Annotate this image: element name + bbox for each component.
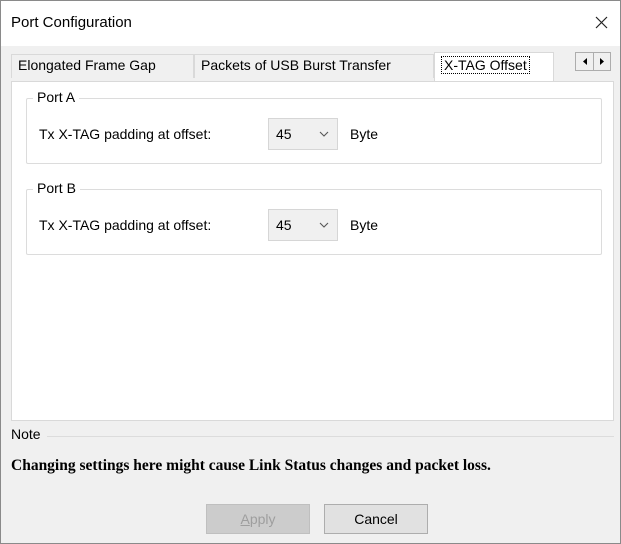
select-value: 45 (276, 126, 292, 142)
tab-scroll-control (575, 52, 611, 71)
offset-label: Tx X-TAG padding at offset: (39, 217, 212, 233)
tab-scroll-left-button[interactable] (576, 53, 593, 70)
note-text: Changing settings here might cause Link … (11, 457, 491, 474)
unit-label: Byte (350, 217, 379, 233)
tab-panel-x-tag-offset: Port A Tx X-TAG padding at offset: 45 By… (11, 81, 614, 421)
tab-label: Elongated Frame Gap (18, 57, 156, 73)
apply-label: pply (249, 511, 276, 527)
note-label: Note (11, 426, 47, 442)
title-bar: Port Configuration (1, 1, 620, 46)
tab-elongated-frame-gap[interactable]: Elongated Frame Gap (11, 54, 194, 78)
tab-strip: Elongated Frame Gap Packets of USB Burst… (1, 46, 620, 81)
group-label-port-a: Port A (33, 89, 80, 105)
port-configuration-dialog: Port Configuration Elongated Frame Gap P… (0, 0, 621, 544)
note-divider (11, 436, 614, 437)
arrow-right-icon (600, 58, 604, 65)
apply-accelerator: A (240, 511, 250, 527)
port-b-offset-select[interactable]: 45 (268, 209, 338, 241)
close-icon (595, 16, 607, 28)
tab-x-tag-offset[interactable]: X-TAG Offset (434, 52, 554, 81)
chevron-down-icon (319, 222, 329, 228)
arrow-left-icon (582, 58, 587, 65)
port-a-offset-select[interactable]: 45 (268, 118, 338, 150)
port-a-group: Port A Tx X-TAG padding at offset: 45 By… (26, 89, 602, 164)
apply-button[interactable]: Apply (206, 504, 310, 534)
port-b-group: Port B Tx X-TAG padding at offset: 45 By… (26, 180, 602, 255)
tab-label: Packets of USB Burst Transfer (201, 57, 391, 73)
offset-label: Tx X-TAG padding at offset: (39, 126, 212, 142)
chevron-down-icon (319, 131, 329, 137)
select-value: 45 (276, 217, 292, 233)
close-button[interactable] (590, 9, 612, 35)
unit-label: Byte (350, 126, 379, 142)
group-label-port-b: Port B (33, 180, 80, 196)
cancel-label: Cancel (354, 511, 398, 527)
note-section: Note Changing settings here might cause … (11, 426, 614, 494)
tab-scroll-right-button[interactable] (593, 53, 610, 70)
tab-packets-of-usb-burst-transfer[interactable]: Packets of USB Burst Transfer (194, 54, 434, 78)
window-title: Port Configuration (11, 14, 132, 31)
tab-label: X-TAG Offset (441, 56, 530, 74)
cancel-button[interactable]: Cancel (324, 504, 428, 534)
